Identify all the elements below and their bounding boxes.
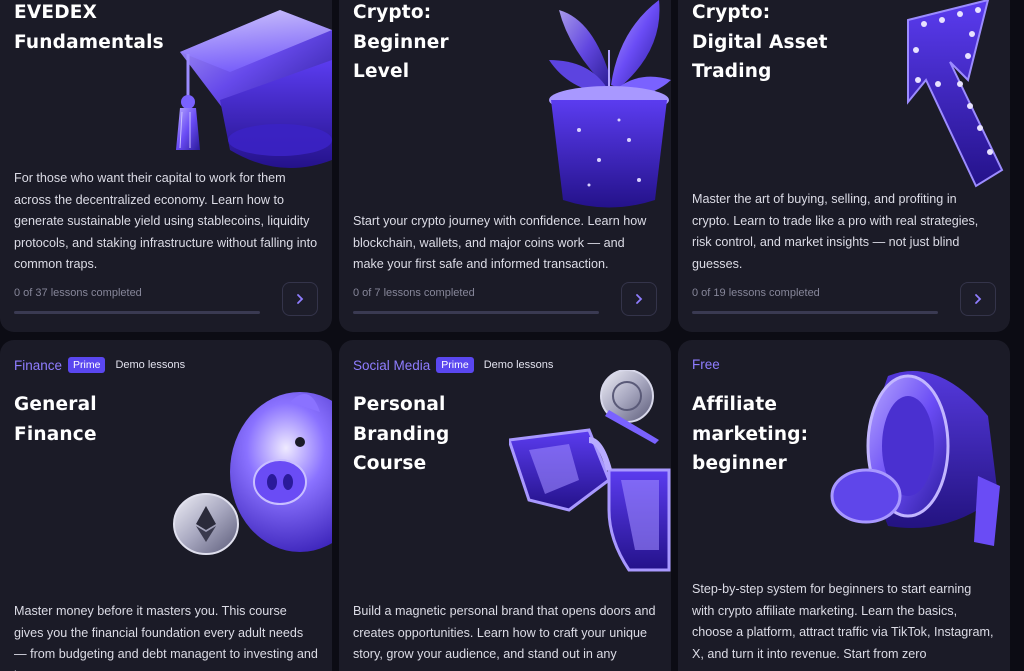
title-line: Finance: [14, 423, 97, 445]
course-card-affiliate-marketing[interactable]: Free Affiliate marketing: beginner Step-…: [678, 340, 1010, 671]
progress-label: 0 of 7 lessons completed: [353, 287, 475, 299]
course-description: For those who want their capital to work…: [14, 171, 318, 272]
category-label: Free: [692, 357, 720, 372]
potted-plant-icon: [549, 0, 671, 208]
chevron-right-icon: [636, 294, 643, 304]
course-description: Master the art of buying, selling, and p…: [692, 192, 979, 271]
progress-label: 0 of 37 lessons completed: [14, 287, 142, 299]
title-line: Crypto:: [353, 2, 432, 23]
title-line: General: [14, 394, 97, 415]
course-card-evedex-fundamentals[interactable]: EVEDEX Fundamentals For those who want t…: [0, 0, 332, 332]
course-title: Crypto: Beginner Level: [353, 0, 449, 87]
megaphone-icon: [830, 371, 1000, 546]
title-line: EVEDEX: [14, 2, 98, 23]
course-tags: Finance Prime Demo lessons: [14, 357, 185, 373]
course-title: General Finance: [14, 390, 97, 449]
course-description: Build a magnetic personal brand that ope…: [353, 604, 656, 662]
course-description: Start your crypto journey with confidenc…: [353, 214, 647, 272]
open-course-button[interactable]: [282, 282, 318, 316]
course-card-personal-branding[interactable]: Social Media Prime Demo lessons Personal…: [339, 340, 671, 671]
course-card-general-finance[interactable]: Finance Prime Demo lessons General Finan…: [0, 340, 332, 671]
course-card-crypto-beginner[interactable]: Crypto: Beginner Level Start your crypto…: [339, 0, 671, 332]
open-course-button[interactable]: [960, 282, 996, 316]
demo-lessons-label: Demo lessons: [115, 359, 186, 371]
arrow-up-icon: [907, 0, 1004, 188]
progress-bar: [14, 311, 260, 314]
course-title: Crypto: Digital Asset Trading: [692, 0, 828, 87]
course-tags: Free: [692, 357, 720, 372]
prime-badge: Prime: [68, 357, 106, 373]
chevron-right-icon: [975, 294, 982, 304]
title-line: Digital Asset: [692, 31, 828, 53]
course-tags: Social Media Prime Demo lessons: [353, 357, 553, 373]
category-label: Social Media: [353, 357, 431, 373]
piggy-bank-icon: [173, 392, 332, 555]
sunglasses-icon: [509, 370, 671, 572]
course-title: Personal Branding Course: [353, 390, 449, 479]
demo-lessons-label: Demo lessons: [483, 359, 554, 371]
progress-label: 0 of 19 lessons completed: [692, 287, 820, 299]
title-line: Trading: [692, 61, 772, 82]
graduation-cap-icon: [176, 10, 332, 168]
course-description: Step-by-step system for beginners to sta…: [692, 582, 994, 661]
title-line: Course: [353, 453, 427, 474]
category-label: Finance: [14, 357, 63, 373]
title-line: marketing:: [692, 423, 809, 445]
course-description: Master money before it masters you. This…: [14, 604, 318, 671]
title-line: Personal: [353, 394, 446, 415]
progress-bar: [353, 311, 599, 314]
prime-badge: Prime: [436, 357, 474, 373]
title-line: beginner: [692, 453, 787, 474]
title-line: Beginner: [353, 31, 449, 53]
title-line: Crypto:: [692, 2, 771, 23]
title-line: Level: [353, 61, 410, 82]
chevron-right-icon: [297, 294, 304, 304]
course-card-crypto-trading[interactable]: Crypto: Digital Asset Trading Master the…: [678, 0, 1010, 332]
title-line: Branding: [353, 423, 450, 445]
progress-bar: [692, 311, 938, 314]
title-line: Fundamentals: [14, 31, 164, 53]
open-course-button[interactable]: [621, 282, 657, 316]
course-title: EVEDEX Fundamentals: [14, 0, 164, 57]
course-title: Affiliate marketing: beginner: [692, 390, 808, 479]
title-line: Affiliate: [692, 394, 778, 415]
